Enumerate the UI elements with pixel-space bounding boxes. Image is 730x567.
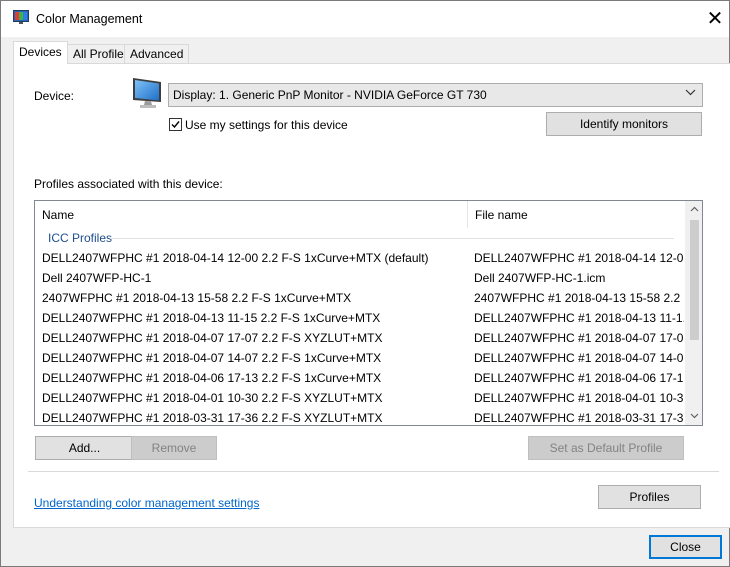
close-button[interactable]: Close <box>649 535 722 559</box>
table-row[interactable]: DELL2407WFPHC #1 2018-03-31 17-36 2.2 F-… <box>35 408 686 425</box>
table-row[interactable]: DELL2407WFPHC #1 2018-04-13 11-15 2.2 F-… <box>35 308 686 328</box>
close-window-icon[interactable]: ✕ <box>701 5 729 33</box>
remove-button[interactable]: Remove <box>131 436 217 460</box>
monitor-icon <box>133 78 161 108</box>
profile-file: Dell 2407WFP-HC-1.icm <box>474 271 606 285</box>
column-header-name[interactable]: Name <box>35 201 468 228</box>
profile-file: DELL2407WFPHC #1 2018-04-07 17-0... <box>474 331 684 345</box>
scrollbar-thumb[interactable] <box>690 220 699 340</box>
column-header-file-name[interactable]: File name <box>468 201 686 228</box>
profiles-heading: Profiles associated with this device: <box>34 177 223 191</box>
window-title: Color Management <box>36 12 143 26</box>
table-row[interactable]: DELL2407WFPHC #1 2018-04-07 17-07 2.2 F-… <box>35 328 686 348</box>
scroll-up-icon[interactable] <box>686 201 702 218</box>
profile-name: DELL2407WFPHC #1 2018-04-13 11-15 2.2 F-… <box>42 311 381 325</box>
profile-file: DELL2407WFPHC #1 2018-04-06 17-1... <box>474 371 684 385</box>
group-label: ICC Profiles <box>48 231 113 245</box>
divider <box>28 471 719 472</box>
identify-monitors-button[interactable]: Identify monitors <box>546 112 702 136</box>
device-dropdown[interactable]: Display: 1. Generic PnP Monitor - NVIDIA… <box>168 83 703 107</box>
color-management-icon <box>13 10 29 24</box>
tab-advanced[interactable]: Advanced <box>124 44 190 63</box>
profile-file: DELL2407WFPHC #1 2018-03-31 17-3... <box>474 411 684 425</box>
profile-file: DELL2407WFPHC #1 2018-04-01 10-3... <box>474 391 684 405</box>
group-divider <box>110 238 674 239</box>
title-bar: Color Management ✕ <box>1 1 729 37</box>
checkmark-icon <box>171 121 180 129</box>
profiles-list[interactable]: Name File name ICC Profiles DELL2407WFPH… <box>34 200 703 426</box>
profile-rows: DELL2407WFPHC #1 2018-04-14 12-00 2.2 F-… <box>35 248 686 425</box>
profile-file: 2407WFPHC #1 2018-04-13 15-58 2.2 ... <box>474 291 684 305</box>
table-row[interactable]: DELL2407WFPHC #1 2018-04-14 12-00 2.2 F-… <box>35 248 686 268</box>
profile-name: Dell 2407WFP-HC-1 <box>42 271 152 285</box>
profile-file: DELL2407WFPHC #1 2018-04-07 14-0... <box>474 351 684 365</box>
color-management-window: Color Management ✕ All Profiles Advanced… <box>0 0 730 567</box>
profile-file: DELL2407WFPHC #1 2018-04-13 11-1... <box>474 311 684 325</box>
use-my-settings-checkbox[interactable] <box>169 118 182 131</box>
device-label: Device: <box>34 89 75 103</box>
table-row[interactable]: 2407WFPHC #1 2018-04-13 15-58 2.2 F-S 1x… <box>35 288 686 308</box>
help-link[interactable]: Understanding color management settings <box>34 496 259 510</box>
profiles-button[interactable]: Profiles <box>598 485 701 509</box>
profile-name: 2407WFPHC #1 2018-04-13 15-58 2.2 F-S 1x… <box>42 291 352 305</box>
profile-name: DELL2407WFPHC #1 2018-04-07 14-07 2.2 F-… <box>42 351 382 365</box>
profile-name: DELL2407WFPHC #1 2018-04-01 10-30 2.2 F-… <box>42 391 383 405</box>
use-my-settings-label[interactable]: Use my settings for this device <box>185 118 348 132</box>
group-header[interactable]: ICC Profiles <box>35 228 686 248</box>
table-row[interactable]: DELL2407WFPHC #1 2018-04-06 17-13 2.2 F-… <box>35 368 686 388</box>
device-dropdown-value: Display: 1. Generic PnP Monitor - NVIDIA… <box>173 88 487 102</box>
tab-devices[interactable]: Devices <box>13 41 68 64</box>
profile-name: DELL2407WFPHC #1 2018-04-14 12-00 2.2 F-… <box>42 251 429 265</box>
table-row[interactable]: DELL2407WFPHC #1 2018-04-01 10-30 2.2 F-… <box>35 388 686 408</box>
table-row[interactable]: Dell 2407WFP-HC-1 Dell 2407WFP-HC-1.icm <box>35 268 686 288</box>
chevron-down-icon <box>685 88 696 99</box>
scroll-down-icon[interactable] <box>686 408 702 425</box>
profile-file: DELL2407WFPHC #1 2018-04-14 12-0... <box>474 251 684 265</box>
devices-panel: Device: Display: 1. Generic PnP Monitor … <box>13 63 730 528</box>
set-default-profile-button[interactable]: Set as Default Profile <box>528 436 684 460</box>
list-header: Name File name <box>35 201 686 228</box>
profile-name: DELL2407WFPHC #1 2018-04-07 17-07 2.2 F-… <box>42 331 383 345</box>
table-row[interactable]: DELL2407WFPHC #1 2018-04-07 14-07 2.2 F-… <box>35 348 686 368</box>
profile-name: DELL2407WFPHC #1 2018-04-06 17-13 2.2 F-… <box>42 371 382 385</box>
vertical-scrollbar[interactable] <box>685 201 702 425</box>
add-button[interactable]: Add... <box>35 436 134 460</box>
profile-name: DELL2407WFPHC #1 2018-03-31 17-36 2.2 F-… <box>42 411 383 425</box>
